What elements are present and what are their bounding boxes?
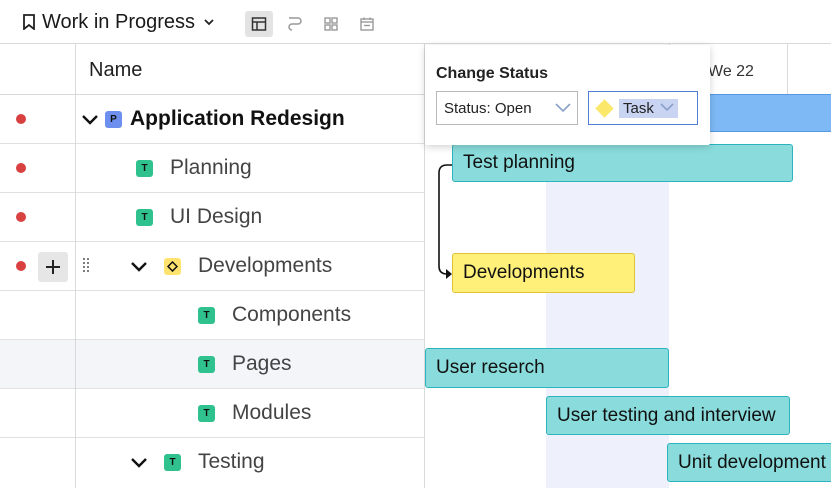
task-type-badge: T xyxy=(198,356,215,373)
row-label: Modules xyxy=(232,401,312,424)
task-type-badge: T xyxy=(136,160,153,177)
status-dot xyxy=(16,261,26,271)
table-row[interactable]: Developments xyxy=(0,242,425,291)
column-divider xyxy=(75,44,76,488)
table-icon xyxy=(251,17,267,31)
table-row[interactable]: P Application Redesign xyxy=(0,95,425,144)
table-row[interactable]: T UI Design xyxy=(0,193,425,242)
dependency-icon xyxy=(288,17,302,31)
calendar-view-button[interactable] xyxy=(353,11,381,37)
row-label: UI Design xyxy=(170,205,263,228)
row-label: Application Redesign xyxy=(130,107,345,130)
add-row-button[interactable] xyxy=(38,252,68,282)
drag-handle-icon[interactable] xyxy=(82,257,90,275)
type-select[interactable]: Task xyxy=(588,91,698,125)
status-dot xyxy=(16,114,26,124)
timeline-day-label: We 22 xyxy=(708,63,754,80)
row-label: Planning xyxy=(170,156,252,179)
chevron-down-icon xyxy=(660,102,674,111)
bookmark-icon xyxy=(23,14,35,30)
view-title: Work in Progress xyxy=(42,10,196,33)
status-dot xyxy=(16,163,26,173)
name-column-header[interactable]: Name xyxy=(89,59,142,82)
type-value: Task xyxy=(619,98,678,118)
milestone-bar-developments[interactable]: Developments xyxy=(452,253,635,293)
status-value: Status: Open xyxy=(444,99,532,117)
milestone-diamond-icon xyxy=(595,98,614,118)
status-dot xyxy=(16,212,26,222)
task-bar-user-testing[interactable]: User testing and interview xyxy=(546,396,790,435)
table-row[interactable]: T Testing xyxy=(0,438,425,487)
project-bar[interactable] xyxy=(695,94,831,132)
calendar-icon xyxy=(360,17,374,31)
popup-title: Change Status xyxy=(436,65,549,82)
view-selector[interactable]: Work in Progress xyxy=(22,10,215,34)
toolbar: Work in Progress xyxy=(0,0,831,44)
chevron-down-icon[interactable] xyxy=(81,111,99,129)
task-grid: Name P Application Redesign T Planning T… xyxy=(0,44,425,488)
milestone-type-badge xyxy=(164,258,181,275)
grid-icon xyxy=(324,17,338,31)
task-type-badge: T xyxy=(164,454,181,471)
row-label: Testing xyxy=(198,450,265,473)
chevron-down-icon xyxy=(555,103,571,113)
plus-icon xyxy=(46,260,60,274)
chevron-down-icon[interactable] xyxy=(130,258,148,276)
task-bar-user-research[interactable]: User reserch xyxy=(425,348,669,388)
diamond-icon xyxy=(167,261,178,272)
status-select[interactable]: Status: Open xyxy=(436,91,578,125)
chevron-down-icon[interactable] xyxy=(130,454,148,472)
table-row[interactable]: T Pages xyxy=(0,340,425,389)
grid-view-button[interactable] xyxy=(245,11,273,37)
row-label: Components xyxy=(232,303,352,326)
grid-header: Name xyxy=(0,44,425,95)
change-status-popup: Change Status Status: Open Task xyxy=(425,45,710,145)
task-type-badge: T xyxy=(198,405,215,422)
task-bar-test-planning[interactable]: Test planning xyxy=(452,144,793,182)
task-type-badge: T xyxy=(198,307,215,324)
project-type-badge: P xyxy=(105,111,122,128)
timeline-divider xyxy=(787,44,788,95)
task-type-badge: T xyxy=(136,209,153,226)
table-row[interactable]: T Modules xyxy=(0,389,425,438)
table-row[interactable]: T Planning xyxy=(0,144,425,193)
table-row[interactable]: T Components xyxy=(0,291,425,340)
board-view-button[interactable] xyxy=(317,11,345,37)
chevron-down-icon xyxy=(204,19,214,26)
row-label: Pages xyxy=(232,352,292,375)
dependency-view-button[interactable] xyxy=(281,11,309,37)
task-bar-unit-development[interactable]: Unit development xyxy=(667,443,831,482)
row-label: Developments xyxy=(198,254,333,277)
